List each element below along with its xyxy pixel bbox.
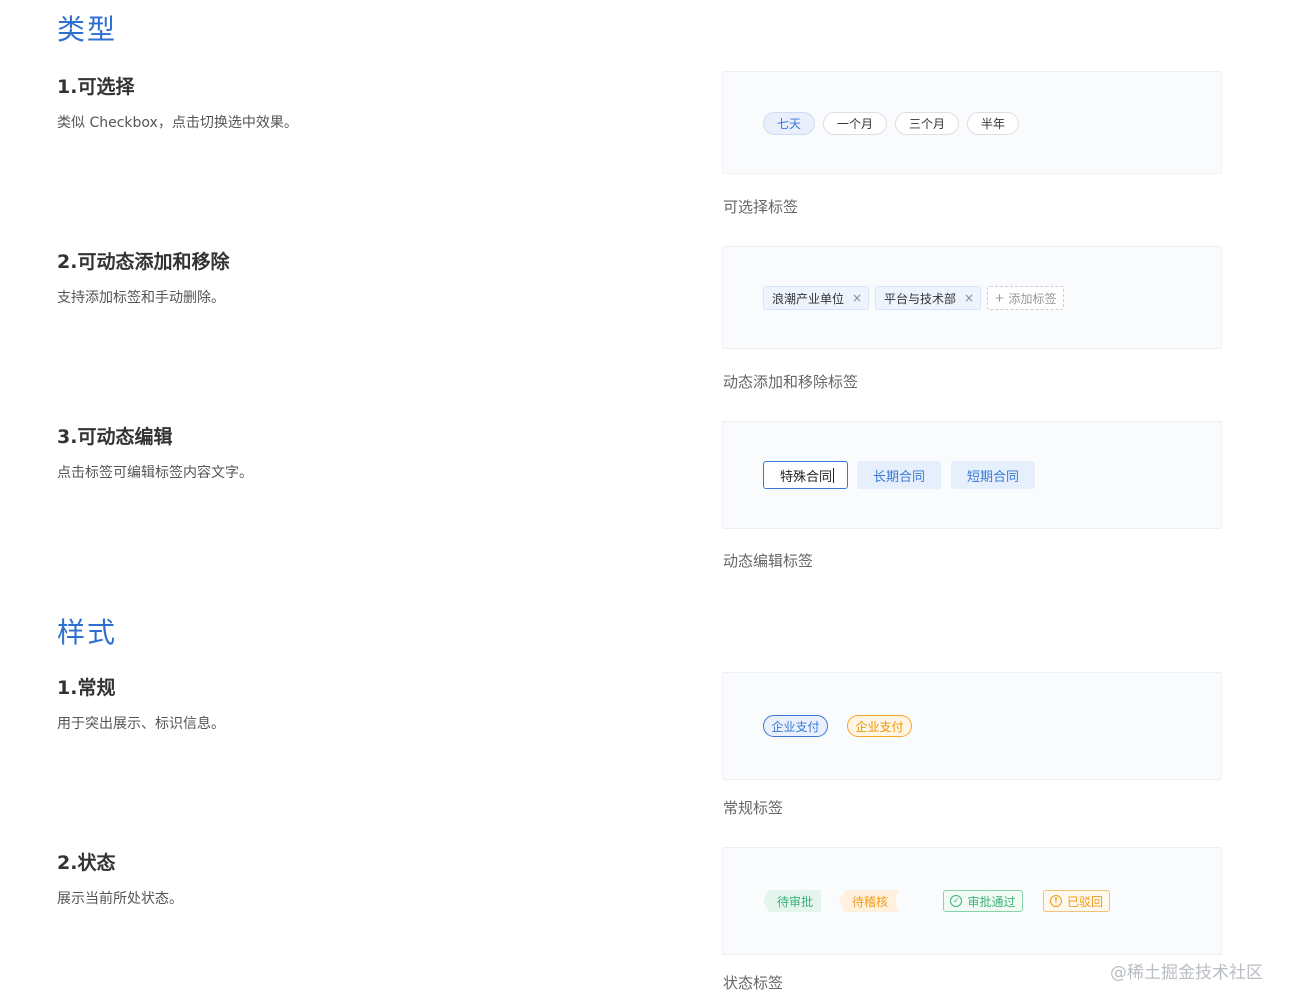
close-icon[interactable]: × (852, 291, 862, 305)
watermark: @稀土掘金技术社区 (1110, 963, 1263, 983)
dynamic-tag: 浪潮产业单位 × (763, 286, 870, 310)
plus-icon: + (994, 291, 1005, 305)
status-demo-box: 待审批 待稽核 ✓ 审批通过 ! 已驳回 (722, 847, 1222, 955)
dynamic-demo-box: 浪潮产业单位 × 平台与技术部 × + 添加标签 (722, 246, 1222, 349)
editable-caption: 动态编辑标签 (723, 552, 814, 570)
status-tag-label: 已驳回 (1066, 894, 1103, 909)
dynamic-caption: 动态添加和移除标签 (723, 373, 859, 391)
regular-tag-blue: 企业支付 (763, 715, 828, 737)
add-tag-label: 添加标签 (1008, 291, 1057, 306)
section-title-styles: 样式 (57, 616, 118, 649)
regular-desc: 用于突出展示、标识信息。 (57, 716, 225, 732)
status-desc: 展示当前所处状态。 (57, 891, 183, 907)
selectable-tag-3months[interactable]: 三个月 (895, 112, 959, 135)
status-tag-label: 待审批 (776, 894, 813, 909)
status-caption: 状态标签 (723, 974, 784, 992)
dynamic-tag-label: 浪潮产业单位 (772, 291, 845, 306)
editable-title: 3.可动态编辑 (57, 426, 173, 448)
selectable-desc: 类似 Checkbox，点击切换选中效果。 (57, 115, 298, 131)
status-tag-approved: ✓ 审批通过 (943, 890, 1023, 912)
edit-tag-value: 特殊合同 (780, 469, 833, 485)
status-tag-label: 待稽核 (851, 894, 888, 909)
selectable-tag-halfyear[interactable]: 半年 (967, 112, 1019, 135)
selectable-tag-1month[interactable]: 一个月 (823, 112, 887, 135)
section-title-types: 类型 (57, 13, 118, 46)
dynamic-desc: 支持添加标签和手动删除。 (57, 290, 225, 306)
editable-tag-long-term[interactable]: 长期合同 (857, 461, 941, 489)
regular-title: 1.常规 (57, 677, 116, 699)
text-caret (833, 467, 835, 483)
regular-caption: 常规标签 (723, 799, 784, 817)
editable-tag-short-term[interactable]: 短期合同 (951, 461, 1035, 489)
close-icon[interactable]: × (964, 291, 974, 305)
status-tag-rejected: ! 已驳回 (1043, 890, 1110, 912)
status-tag-pending-approval: 待审批 (763, 890, 821, 912)
regular-tag-orange: 企业支付 (847, 715, 912, 737)
status-title: 2.状态 (57, 852, 116, 874)
selectable-caption: 可选择标签 (723, 198, 799, 216)
exclamation-circle-icon: ! (1049, 895, 1062, 907)
edit-tag-input[interactable]: 特殊合同 (763, 461, 848, 489)
status-tag-label: 审批通过 (967, 894, 1016, 909)
editable-demo-box: 特殊合同 长期合同 短期合同 (722, 421, 1222, 529)
selectable-tag-7days[interactable]: 七天 (763, 112, 815, 135)
dynamic-tag-label: 平台与技术部 (884, 291, 957, 306)
dynamic-title: 2.可动态添加和移除 (57, 251, 230, 273)
regular-demo-box: 企业支付 企业支付 (722, 672, 1222, 780)
check-circle-icon: ✓ (950, 895, 963, 907)
dynamic-tag: 平台与技术部 × (875, 286, 982, 310)
selectable-demo-box: 七天 一个月 三个月 半年 (722, 71, 1222, 174)
editable-desc: 点击标签可编辑标签内容文字。 (57, 465, 253, 481)
add-tag-button[interactable]: + 添加标签 (987, 286, 1064, 310)
selectable-title: 1.可选择 (57, 76, 135, 98)
status-tag-pending-audit: 待稽核 (839, 890, 899, 912)
